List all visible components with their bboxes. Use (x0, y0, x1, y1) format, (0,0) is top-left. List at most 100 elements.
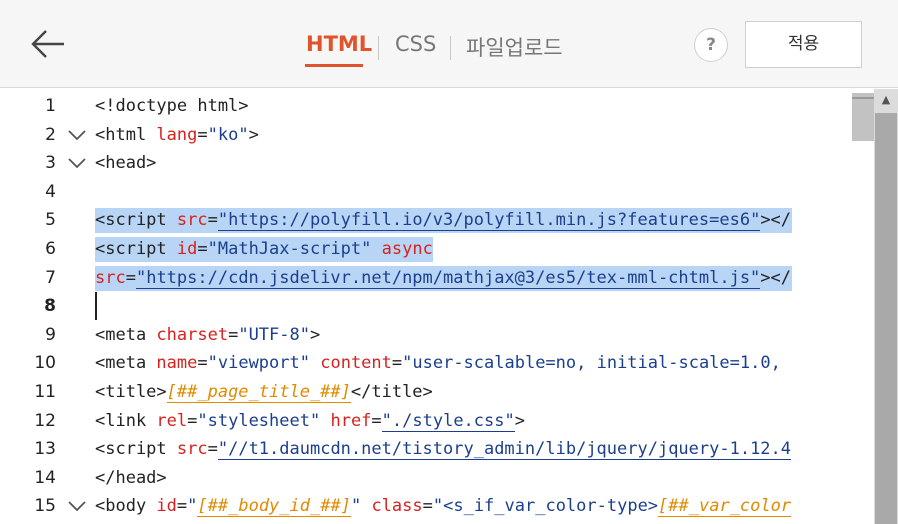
code-token: = (197, 124, 208, 145)
code-token: <script (95, 239, 177, 259)
code-token: ></ (760, 267, 792, 288)
active-tab-indicator (305, 64, 363, 67)
code-token: ></ (760, 210, 792, 231)
code-token: = (125, 267, 136, 288)
code-token: = (197, 239, 208, 259)
code-token: [##_body_id_##] (197, 496, 351, 518)
code-token: lang (156, 124, 198, 145)
line-number: 3 (45, 153, 56, 174)
code-token: "https://polyfill.io/v3/polyfill.min.js?… (217, 210, 761, 232)
code-token: "https://cdn.jsdelivr.net/npm/mathjax@3/… (135, 267, 761, 289)
fold-chevron-icon[interactable] (66, 492, 88, 520)
code-token: "MathJax-script" (207, 239, 372, 259)
code-token: "user-scalable=no, initial-scale=1.0, (402, 353, 781, 374)
code-token: "stylesheet" (197, 410, 321, 431)
code-token: "<s_if_var_color-type> (432, 496, 659, 517)
tab-divider (450, 36, 451, 60)
line-number: 5 (45, 210, 56, 231)
code-token: "UTF-8" (238, 324, 310, 345)
code-token: src (176, 210, 208, 231)
code-token: [##_page_title_##] (166, 382, 351, 403)
code-token: async (381, 239, 433, 259)
code-token: href (330, 410, 372, 431)
fold-chevron-icon[interactable] (66, 121, 88, 149)
code-token: <meta (95, 353, 157, 374)
line-number: 14 (34, 467, 56, 488)
code-token: = (207, 439, 218, 460)
code-token: <html (95, 124, 157, 145)
code-token: class (371, 496, 423, 517)
line-number: 15 (34, 496, 56, 517)
code-token: <meta (95, 324, 157, 345)
code-token: id (176, 239, 198, 259)
code-token: <link (95, 410, 157, 431)
line-number: 9 (45, 324, 56, 345)
code-token: " (187, 496, 198, 517)
minimap-viewport[interactable] (852, 93, 874, 141)
line-number: 10 (34, 353, 56, 374)
line-number: 2 (45, 124, 56, 145)
editor-header: HTML CSS 파일업로드 ? 적용 (0, 0, 898, 88)
code-token: = (187, 410, 198, 431)
minimap-marker (852, 97, 874, 99)
code-token: "//t1.daumcdn.net/tistory_admin/lib/jque… (217, 439, 792, 461)
code-token: = (207, 210, 218, 231)
code-token: > (514, 410, 525, 431)
code-token: "ko" (207, 124, 249, 145)
code-line: <title>[##_page_title_##]</title> (95, 378, 433, 406)
code-token: = (371, 410, 382, 431)
line-number: 1 (45, 96, 56, 116)
tab-divider (378, 36, 379, 60)
code-token: <body (95, 496, 157, 517)
line-number: 13 (34, 439, 56, 460)
line-number: 7 (45, 267, 56, 288)
code-token: = (197, 353, 208, 374)
code-line: <link rel="stylesheet" href="./style.css… (95, 407, 525, 435)
code-line: <script src="//t1.daumcdn.net/tistory_ad… (95, 435, 792, 463)
help-button[interactable]: ? (694, 28, 728, 62)
code-token: = (176, 496, 188, 517)
code-token: src (176, 439, 208, 460)
code-token: content (320, 353, 392, 374)
code-token: <!doctype html> (95, 96, 249, 116)
scrollbar-thumb[interactable] (875, 113, 897, 524)
line-number: 11 (34, 382, 56, 402)
code-line: <script id="MathJax-script" async (95, 235, 433, 263)
code-token: = (422, 496, 433, 517)
code-line: src="https://cdn.jsdelivr.net/npm/mathja… (95, 264, 791, 292)
scroll-up-arrow-icon[interactable]: ▲ (876, 92, 896, 108)
code-token: id (156, 496, 177, 517)
code-token: rel (156, 410, 188, 431)
line-number: 12 (34, 410, 56, 431)
line-number: 4 (45, 181, 56, 202)
tab-file-upload[interactable]: 파일업로드 (466, 32, 563, 62)
fold-chevron-icon[interactable] (66, 149, 88, 177)
code-token: name (156, 353, 198, 374)
code-token: "./style.css" (381, 410, 515, 432)
code-token: <script (95, 439, 177, 460)
code-token: </head> (95, 467, 167, 488)
code-token: src (95, 267, 126, 288)
line-number: 8 (44, 296, 56, 317)
code-line: <html lang="ko"> (95, 121, 259, 149)
code-editor[interactable]: 1 2 3 4 5 6 7 8 9 10 11 12 13 14 15 <!doctype html> <htm… (0, 89, 898, 524)
line-number: 6 (45, 239, 56, 259)
code-token: <script (95, 210, 177, 231)
tab-html[interactable]: HTML (306, 32, 372, 56)
apply-button[interactable]: 적용 (745, 21, 862, 68)
code-token: </title> (350, 382, 433, 402)
code-token: charset (156, 324, 229, 345)
code-line: <meta name="viewport" content="user-scal… (95, 349, 781, 377)
code-line: <script src="https://polyfill.io/v3/poly… (95, 206, 791, 234)
code-line: <!doctype html> (95, 92, 249, 120)
code-token: "viewport" (207, 353, 310, 374)
tab-css[interactable]: CSS (395, 32, 436, 56)
code-token: " (350, 496, 362, 517)
code-line: <meta charset="UTF-8"> (95, 321, 320, 349)
code-token: = (391, 353, 403, 374)
code-token: <head> (95, 153, 157, 174)
code-token: > (248, 124, 259, 145)
